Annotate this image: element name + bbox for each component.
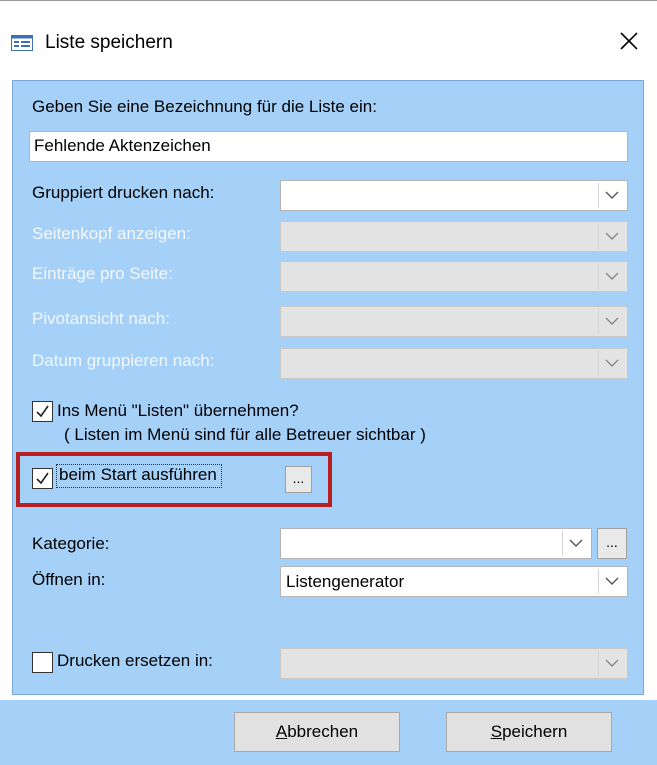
form-icon bbox=[11, 35, 33, 51]
save-button[interactable]: Speichern bbox=[446, 712, 612, 752]
date-group-label: Datum gruppieren nach: bbox=[32, 351, 215, 370]
menu-checkbox[interactable] bbox=[32, 401, 53, 422]
header-label: Seitenkopf anzeigen: bbox=[32, 224, 191, 243]
highlight-box bbox=[16, 452, 332, 507]
name-input[interactable]: Fehlende Aktenzeichen bbox=[29, 131, 628, 162]
pivot-select bbox=[280, 306, 628, 337]
category-options-button[interactable]: ... bbox=[597, 528, 627, 559]
date-group-dropdown bbox=[598, 351, 625, 376]
category-dropdown[interactable] bbox=[562, 531, 589, 556]
entries-label: Einträge pro Seite: bbox=[32, 264, 173, 283]
header-select bbox=[280, 221, 628, 252]
open-in-dropdown[interactable] bbox=[598, 569, 625, 594]
save-label: peichern bbox=[502, 722, 568, 741]
cancel-button[interactable]: Abbrechen bbox=[234, 712, 400, 752]
open-in-label: Öffnen in: bbox=[32, 570, 106, 589]
chevron-down-icon bbox=[605, 317, 619, 325]
chevron-down-icon bbox=[605, 272, 619, 280]
form-panel bbox=[12, 80, 644, 695]
window-title: Liste speichern bbox=[45, 32, 173, 53]
name-label: Geben Sie eine Bezeichnung für die Liste… bbox=[32, 97, 377, 116]
group-print-label: Gruppiert drucken nach: bbox=[32, 183, 215, 202]
chevron-down-icon bbox=[605, 191, 619, 199]
pivot-label: Pivotansicht nach: bbox=[32, 309, 170, 328]
title-bar: Liste speichern bbox=[0, 0, 657, 78]
entries-select bbox=[280, 261, 628, 292]
menu-checkbox-note: ( Listen im Menü sind für alle Betreuer … bbox=[64, 425, 426, 444]
save-mnemonic: S bbox=[490, 722, 503, 741]
date-group-select bbox=[280, 348, 628, 379]
checkmark-icon bbox=[36, 405, 49, 418]
category-select[interactable] bbox=[280, 528, 592, 559]
close-icon[interactable] bbox=[616, 28, 642, 54]
category-label: Kategorie: bbox=[32, 534, 110, 553]
print-replace-checkbox[interactable] bbox=[32, 652, 53, 673]
chevron-down-icon bbox=[605, 659, 619, 667]
cancel-mnemonic: A bbox=[275, 722, 288, 741]
chevron-down-icon bbox=[605, 577, 619, 585]
open-in-select[interactable]: Listengenerator bbox=[280, 566, 628, 597]
chevron-down-icon bbox=[569, 539, 583, 547]
cancel-label: bbrechen bbox=[287, 722, 359, 741]
menu-checkbox-label: Ins Menü "Listen" übernehmen? bbox=[57, 401, 299, 420]
print-replace-label: Drucken ersetzen in: bbox=[57, 651, 213, 670]
pivot-dropdown bbox=[598, 309, 625, 334]
entries-dropdown bbox=[598, 264, 625, 289]
open-in-value: Listengenerator bbox=[286, 572, 405, 591]
group-print-select[interactable] bbox=[280, 180, 628, 211]
header-dropdown bbox=[598, 224, 625, 249]
chevron-down-icon bbox=[605, 232, 619, 240]
print-replace-dropdown bbox=[598, 651, 625, 676]
chevron-down-icon bbox=[605, 359, 619, 367]
print-replace-select bbox=[280, 648, 628, 679]
group-print-dropdown[interactable] bbox=[598, 183, 625, 208]
